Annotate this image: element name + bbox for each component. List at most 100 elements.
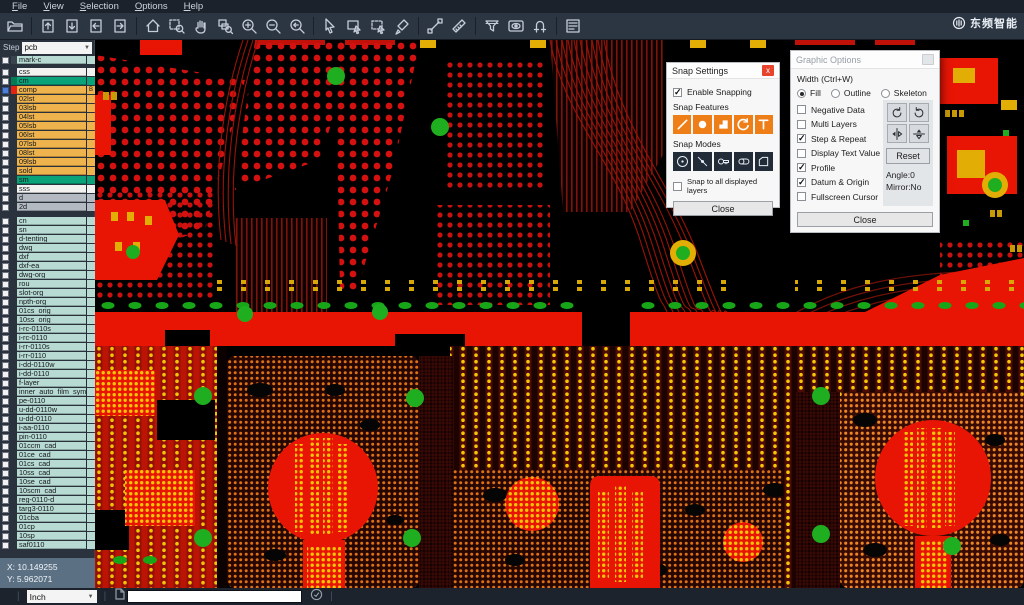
snap-center-button[interactable] xyxy=(673,152,691,171)
layer-row[interactable]: i-rr-0110 xyxy=(0,352,95,360)
layer-visibility-checkbox[interactable] xyxy=(2,159,9,166)
graphic-close-button[interactable]: Close xyxy=(797,212,933,227)
layer-name[interactable]: u-dd-0110w xyxy=(17,406,86,414)
layer-visibility-checkbox[interactable] xyxy=(2,371,9,378)
layer-row[interactable]: sss xyxy=(0,185,95,193)
layer-row[interactable]: 08lst xyxy=(0,149,95,157)
layer-name[interactable]: pe-0110 xyxy=(17,397,86,405)
layer-row[interactable]: 10se_cad xyxy=(0,478,95,486)
layer-mini-cell[interactable] xyxy=(86,122,95,130)
layer-visibility-checkbox[interactable] xyxy=(2,452,9,459)
layer-mini-cell[interactable] xyxy=(86,262,95,270)
layer-mini-cell[interactable] xyxy=(86,334,95,342)
menu-item[interactable]: Help xyxy=(176,0,212,13)
enable-snapping-checkbox[interactable] xyxy=(673,88,682,97)
measure-line-button[interactable] xyxy=(423,15,447,38)
layer-name[interactable]: d-tenting xyxy=(17,235,86,243)
layer-mini-cell[interactable] xyxy=(86,451,95,459)
layer-mini-cell[interactable] xyxy=(86,271,95,279)
graphic-option-row[interactable]: Profile xyxy=(797,163,881,173)
layer-mini-cell[interactable] xyxy=(86,505,95,513)
graphic-option-row[interactable]: Step & Repeat xyxy=(797,134,881,144)
filter-button[interactable] xyxy=(480,15,504,38)
layer-row[interactable]: pin-0110 xyxy=(0,433,95,441)
width-radio-option[interactable]: Fill xyxy=(797,88,821,98)
layer-visibility-checkbox[interactable] xyxy=(2,150,9,157)
layer-name[interactable]: i-aa-0110 xyxy=(17,424,86,432)
menu-item[interactable]: Selection xyxy=(72,0,127,13)
layer-name[interactable]: sold xyxy=(17,167,86,175)
layer-name[interactable]: 10se_cad xyxy=(17,478,86,486)
layer-visibility-checkbox[interactable] xyxy=(2,123,9,130)
layer-name[interactable]: rou xyxy=(17,280,86,288)
layer-name[interactable]: dxf-ea xyxy=(17,262,86,270)
layer-name[interactable]: 08lst xyxy=(17,149,86,157)
layer-visibility-checkbox[interactable] xyxy=(2,425,9,432)
checkbox[interactable] xyxy=(797,192,806,201)
layer-mini-cell[interactable] xyxy=(86,352,95,360)
layer-name[interactable]: dwg-org xyxy=(17,271,86,279)
layer-name[interactable]: 10ss_orig xyxy=(17,316,86,324)
layer-visibility-checkbox[interactable] xyxy=(2,407,9,414)
layer-visibility-checkbox[interactable] xyxy=(2,515,9,522)
layer-row[interactable]: npth-org xyxy=(0,298,95,306)
unit-select[interactable]: Inch▼ xyxy=(27,590,97,603)
layer-mini-cell[interactable] xyxy=(86,487,95,495)
layer-name[interactable]: f-layer xyxy=(17,379,86,387)
width-radio-option[interactable]: Skeleton xyxy=(881,88,927,98)
layer-mini-cell[interactable] xyxy=(86,235,95,243)
layer-visibility-checkbox[interactable] xyxy=(2,105,9,112)
layer-row[interactable]: 07lsb xyxy=(0,140,95,148)
command-input[interactable] xyxy=(127,590,302,603)
layer-visibility-checkbox[interactable] xyxy=(2,78,9,85)
graphic-option-row[interactable]: Fullscreen Cursor xyxy=(797,192,881,202)
layer-mini-cell[interactable] xyxy=(86,523,95,531)
graphic-dialog-titlebar[interactable]: Graphic Options xyxy=(791,51,939,69)
layer-visibility-checkbox[interactable] xyxy=(2,416,9,423)
layer-name[interactable]: 07lsb xyxy=(17,140,86,148)
menu-item[interactable]: View xyxy=(35,0,71,13)
layer-name[interactable]: 09lsb xyxy=(17,158,86,166)
radio-button[interactable] xyxy=(831,89,840,98)
layer-row[interactable]: 01cs_cad xyxy=(0,460,95,468)
layer-row[interactable]: pe-0110 xyxy=(0,397,95,405)
zoom-previous-button[interactable] xyxy=(285,15,309,38)
layer-mini-cell[interactable] xyxy=(86,244,95,252)
layer-visibility-checkbox[interactable] xyxy=(2,308,9,315)
layer-visibility-checkbox[interactable] xyxy=(2,114,9,121)
layer-mini-cell[interactable] xyxy=(86,415,95,423)
layer-row[interactable]: 10ss_cad xyxy=(0,469,95,477)
layer-mini-cell[interactable] xyxy=(86,460,95,468)
layer-mini-cell[interactable] xyxy=(86,379,95,387)
layer-mini-cell[interactable] xyxy=(86,158,95,166)
snap-surface-button[interactable] xyxy=(714,115,732,134)
rotate-ccw-button[interactable] xyxy=(909,103,929,122)
layer-mini-cell[interactable] xyxy=(86,131,95,139)
layer-name[interactable]: cn xyxy=(17,217,86,225)
layer-visibility-checkbox[interactable] xyxy=(2,132,9,139)
layer-row[interactable]: cm xyxy=(0,77,95,85)
checkbox[interactable] xyxy=(797,134,806,143)
rect-select-button[interactable] xyxy=(342,15,366,38)
layer-row[interactable]: 06lst xyxy=(0,131,95,139)
layer-visibility-checkbox[interactable] xyxy=(2,461,9,468)
layer-name[interactable]: sm xyxy=(17,176,86,184)
layer-name[interactable]: npth-org xyxy=(17,298,86,306)
layer-name[interactable]: reg-0110-d xyxy=(17,496,86,504)
layer-visibility-checkbox[interactable] xyxy=(2,506,9,513)
layer-visibility-checkbox[interactable] xyxy=(2,335,9,342)
layer-row[interactable]: dxf xyxy=(0,253,95,261)
layer-mini-cell[interactable] xyxy=(86,95,95,103)
layer-visibility-checkbox[interactable] xyxy=(2,141,9,148)
layer-row[interactable]: slot-org xyxy=(0,289,95,297)
layer-visibility-checkbox[interactable] xyxy=(2,353,9,360)
layer-name[interactable]: saf0110 xyxy=(17,541,86,549)
file-import-button[interactable] xyxy=(84,15,108,38)
layer-row[interactable]: dwg xyxy=(0,244,95,252)
snap-pth-button[interactable] xyxy=(714,152,732,171)
checkbox[interactable] xyxy=(797,178,806,187)
layer-row[interactable]: i-rc-0110s xyxy=(0,325,95,333)
layer-visibility-checkbox[interactable] xyxy=(2,542,9,549)
checkbox[interactable] xyxy=(797,105,806,114)
layer-visibility-checkbox[interactable] xyxy=(2,263,9,270)
